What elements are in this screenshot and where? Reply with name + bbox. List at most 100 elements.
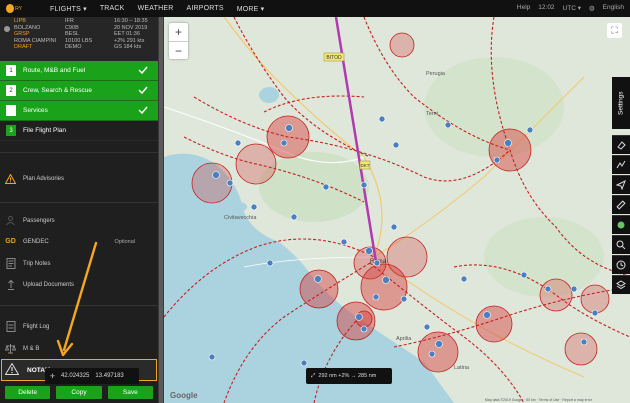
mass-balance-label: M & B (23, 345, 40, 352)
upload-icon (4, 278, 17, 291)
settings-tab[interactable]: Settings (612, 77, 630, 129)
gendec-label: GENDEC (23, 238, 49, 245)
clock: 12:02 (538, 4, 555, 11)
check-icon (138, 66, 148, 75)
main-nav: FLIGHTS ▾ TRACK WEATHER AIRPORTS MORE ▾ (50, 5, 277, 13)
cursor-coordinates: ✛ 42.024325 13.497183 (45, 368, 139, 384)
gendec-optional-tag: Optional (114, 238, 136, 245)
step-number: 1 (6, 65, 16, 76)
nav-more[interactable]: MORE ▾ (237, 5, 265, 13)
save-button[interactable]: Save (107, 386, 153, 399)
route-tool-icon[interactable] (612, 155, 630, 174)
waypoint-label: DKT (361, 163, 370, 168)
mass-balance-button[interactable]: M & B (0, 339, 158, 358)
crosshair-icon: ✛ (50, 373, 56, 380)
timezone-select[interactable]: UTC ▾ (563, 4, 581, 12)
passengers-button[interactable]: Passengers (0, 211, 158, 230)
passengers-icon (4, 214, 17, 227)
google-logo: Google (170, 391, 198, 400)
fullscreen-icon[interactable]: ⛶ (607, 23, 622, 38)
language-select[interactable]: English (603, 4, 624, 12)
divider (0, 152, 158, 153)
step-number: 2 (6, 85, 16, 96)
range-text: 292 nm +2% → 285 nm (318, 373, 377, 379)
gendec-button[interactable]: GD GENDEC Optional (0, 232, 158, 251)
nav-weather[interactable]: WEATHER (138, 5, 174, 13)
waypoint-dkt[interactable]: DKT (359, 160, 371, 170)
step-label: Crew, Search & Rescue (23, 87, 93, 94)
step-label: File Flight Plan (23, 127, 66, 134)
coord-lon: 13.497183 (95, 373, 124, 379)
range-readout: ⤢ 292 nm +2% → 285 nm (306, 368, 392, 384)
plan-advisories-label: Plan Advisories (23, 175, 65, 182)
step-number: 3 (6, 125, 16, 136)
summary-col-aircraft: IFR C90B BESL 10100 LBS DEMO (65, 18, 92, 52)
city-label: Terni (426, 111, 438, 117)
summary-col-route: LIPB BOLZANO GRSP ROMA CIAMPINI DRAFT (14, 18, 56, 52)
warning-icon (4, 362, 21, 377)
map-canvas[interactable]: BITOD DKT Perugia Terni Roma Civitavecch… (164, 17, 630, 403)
city-label: Civitavecchia (224, 215, 257, 221)
coord-lat: 42.024325 (61, 373, 90, 379)
trip-notes-label: Trip Notes (23, 260, 51, 267)
step-services[interactable]: Services (0, 101, 158, 121)
scrollbar-thumb[interactable] (159, 17, 163, 403)
upload-documents-button[interactable]: Upload Documents (0, 275, 158, 294)
copy-button[interactable]: Copy (56, 386, 102, 399)
notes-icon (4, 257, 17, 270)
check-icon (138, 106, 148, 115)
step-label: Route, M&B and Fuel (23, 67, 86, 74)
help-link[interactable]: Help (517, 4, 530, 12)
step-number (6, 105, 16, 116)
flight-plan-summary[interactable]: LIPB BOLZANO GRSP ROMA CIAMPINI DRAFT IF… (0, 17, 158, 61)
globe-icon: ◍ (589, 5, 595, 12)
weather-layer-icon[interactable] (612, 215, 630, 234)
scale-icon (4, 342, 17, 355)
passengers-label: Passengers (23, 217, 55, 224)
waypoint-label: BITOD (326, 55, 342, 61)
city-label: Latina (454, 365, 470, 371)
delete-button[interactable]: Delete (5, 386, 51, 399)
operator: DEMO (65, 44, 82, 50)
divider (0, 202, 158, 203)
plan-advisories-button[interactable]: Plan Advisories (0, 169, 158, 188)
check-icon (138, 86, 148, 95)
map-view[interactable]: BITOD DKT Perugia Terni Roma Civitavecch… (164, 17, 630, 403)
layers-icon[interactable] (612, 275, 630, 294)
map-attribution[interactable]: Map data ©2019 Google · 50 km · Terms of… (485, 398, 592, 402)
ground-speed: GS 184 kts (114, 44, 142, 50)
flight-log-label: Flight Log (23, 323, 50, 330)
flight-log-icon (4, 320, 17, 333)
logo-icon (6, 4, 15, 13)
zoom-control: + − (169, 23, 188, 59)
top-right-controls: Help 12:02 UTC ▾ ◍ English (517, 4, 624, 12)
flight-plan-sidebar: LIPB BOLZANO GRSP ROMA CIAMPINI DRAFT IF… (0, 17, 158, 403)
zoom-in-button[interactable]: + (169, 23, 188, 41)
gendec-icon: GD (5, 238, 16, 245)
navigate-arrow-icon[interactable] (612, 175, 630, 194)
nav-track[interactable]: TRACK (100, 5, 125, 13)
app-logo[interactable]: RY (6, 3, 22, 15)
search-icon[interactable] (612, 235, 630, 254)
zoom-out-button[interactable]: − (169, 41, 188, 59)
ruler-icon: ⤢ (311, 372, 316, 379)
nav-airports[interactable]: AIRPORTS (186, 5, 223, 13)
top-navigation-bar: RY FLIGHTS ▾ TRACK WEATHER AIRPORTS MORE… (0, 0, 630, 17)
step-file-flight-plan[interactable]: 3 File Flight Plan (0, 121, 158, 141)
select-radio-icon[interactable] (4, 26, 10, 32)
upload-documents-label: Upload Documents (23, 281, 75, 288)
flight-log-button[interactable]: Flight Log (0, 317, 158, 336)
eraser-tool-icon[interactable] (612, 135, 630, 154)
city-label: Aprilia (396, 336, 412, 342)
ruler-icon[interactable] (612, 195, 630, 214)
warning-icon (4, 172, 17, 185)
city-label: Perugia (426, 71, 446, 77)
clock-icon[interactable] (612, 255, 630, 274)
nav-flights[interactable]: FLIGHTS ▾ (50, 5, 87, 13)
step-crew-search-rescue[interactable]: 2 Crew, Search & Rescue (0, 81, 158, 101)
action-bar: Delete Copy Save (0, 384, 158, 403)
step-route-mb-fuel[interactable]: 1 Route, M&B and Fuel (0, 61, 158, 81)
waypoint-bitod[interactable]: BITOD (323, 52, 345, 62)
trip-notes-button[interactable]: Trip Notes (0, 254, 158, 273)
step-label: Services (23, 107, 48, 114)
